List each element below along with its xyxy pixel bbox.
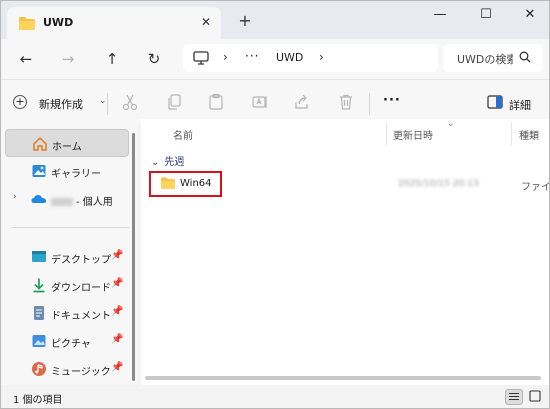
column-divider[interactable] (511, 123, 512, 145)
file-list-pane: 名前 ⌄ 更新日時 種類 ⌄ 先週 Win64 2025/10/15 20:13 … (141, 119, 549, 385)
desktop-icon (31, 249, 47, 265)
chevron-down-icon: ⌄ (151, 157, 160, 168)
search-icon[interactable] (519, 51, 531, 66)
sidebar-item-downloads[interactable]: ダウンロード 📌 (5, 271, 129, 299)
pin-icon[interactable]: 📌 (111, 278, 123, 289)
pin-icon[interactable]: 📌 (111, 250, 123, 261)
up-arrow-icon[interactable]: ↑ (101, 48, 123, 70)
new-tab-button[interactable]: + (235, 11, 255, 31)
sidebar-item-documents[interactable]: ドキュメント 📌 (5, 299, 129, 327)
chevron-right-icon[interactable]: › (13, 192, 17, 202)
tiles-view-icon (529, 390, 541, 402)
more-options-button[interactable]: ··· (383, 93, 401, 108)
group-header-last-week[interactable]: ⌄ 先週 (151, 153, 184, 168)
sidebar-item-pictures[interactable]: ピクチャ 📌 (5, 327, 129, 355)
horizontal-scrollbar[interactable] (145, 376, 541, 380)
close-window-button[interactable]: ✕ (515, 5, 545, 25)
refresh-icon[interactable]: ↻ (143, 48, 165, 70)
sidebar-item-label: - 個人用 (76, 197, 113, 208)
file-explorer-window: UWD ✕ + — ☐ ✕ ← → ↑ ↻ › ··· UWD › UWDの検索 (0, 0, 550, 409)
navigation-pane: ホーム ギャラリー › - 個人用 デスクトップ 📌 ダウンロード 📌 ドキュメ… (1, 125, 137, 385)
column-header-type[interactable]: 種類 (519, 127, 539, 142)
tab-title: UWD (43, 16, 74, 29)
highlight-box (149, 171, 222, 197)
sidebar-scrollbar[interactable] (132, 133, 135, 381)
breadcrumb-chevron-icon[interactable]: › (223, 50, 228, 64)
delete-icon[interactable] (337, 93, 357, 113)
folder-icon (19, 17, 35, 33)
pin-icon[interactable]: 📌 (111, 362, 123, 373)
copy-icon[interactable] (165, 93, 185, 113)
sidebar-item-label: デスクトップ (51, 255, 111, 266)
toolbar-divider (369, 93, 370, 115)
account-name-redacted (51, 198, 73, 206)
home-icon (32, 136, 48, 152)
item-count: 1 個の項目 (13, 395, 63, 406)
sidebar-item-label: ホーム (52, 142, 82, 153)
details-pane-icon (487, 95, 503, 109)
sidebar-item-label: ドキュメント (51, 311, 111, 322)
rename-icon[interactable] (251, 93, 271, 113)
sidebar-item-desktop[interactable]: デスクトップ 📌 (5, 243, 129, 271)
search-input[interactable]: UWDの検索 (443, 44, 543, 72)
breadcrumb-chevron-icon[interactable]: › (319, 50, 324, 64)
forward-arrow-icon[interactable]: → (57, 48, 79, 70)
address-bar[interactable]: › ··· UWD › (183, 44, 438, 72)
sidebar-item-home[interactable]: ホーム (5, 129, 129, 157)
sidebar-item-label: ピクチャ (51, 339, 91, 350)
title-bar: UWD ✕ + — ☐ ✕ (1, 1, 549, 39)
details-view-button[interactable] (505, 389, 523, 405)
file-modified: 2025/10/15 20:13 (398, 179, 479, 189)
music-icon (31, 361, 47, 377)
details-pane-label: 詳細 (509, 99, 531, 112)
this-pc-icon[interactable] (193, 51, 209, 68)
pin-icon[interactable]: 📌 (111, 334, 123, 345)
share-icon[interactable] (293, 93, 313, 113)
column-header-modified[interactable]: 更新日時 (393, 127, 433, 142)
gallery-icon (31, 163, 47, 179)
column-header-name[interactable]: 名前 (173, 127, 193, 142)
pin-icon[interactable]: 📌 (111, 306, 123, 317)
maximize-button[interactable]: ☐ (471, 5, 501, 25)
pictures-icon (31, 333, 47, 349)
address-row: ← → ↑ ↻ › ··· UWD › UWDの検索 (1, 39, 549, 79)
sort-chevron-icon: ⌄ (447, 119, 455, 129)
large-icons-view-button[interactable] (527, 389, 545, 405)
back-arrow-icon[interactable]: ← (15, 48, 37, 70)
onedrive-icon (31, 191, 47, 207)
tab-uwd[interactable]: UWD ✕ (7, 7, 221, 39)
status-bar: 1 個の項目 (1, 385, 549, 408)
details-view-icon (509, 392, 519, 401)
new-button-label: 新規作成 (39, 98, 83, 111)
sidebar-item-label: ダウンロード (51, 283, 111, 294)
close-tab-icon[interactable]: ✕ (197, 13, 215, 31)
breadcrumb-overflow-icon[interactable]: ··· (245, 49, 259, 63)
search-placeholder: UWDの検索 (457, 53, 513, 66)
minimize-button[interactable]: — (425, 5, 455, 25)
details-pane-button[interactable]: 詳細 (487, 95, 531, 112)
sidebar-item-gallery[interactable]: ギャラリー (5, 157, 129, 185)
plus-icon: + (13, 95, 27, 109)
breadcrumb-uwd[interactable]: UWD (276, 51, 303, 64)
sidebar-item-label: ギャラリー (51, 169, 101, 180)
sidebar-item-onedrive[interactable]: › - 個人用 (5, 185, 129, 213)
sidebar-item-label: ミュージック (51, 367, 111, 378)
paste-icon[interactable] (207, 93, 227, 113)
group-label: 先週 (164, 157, 185, 168)
cut-icon[interactable] (121, 93, 141, 113)
sidebar-item-music[interactable]: ミュージック 📌 (5, 355, 129, 383)
chevron-down-icon: ⌄ (99, 96, 107, 106)
sidebar-divider (11, 227, 129, 228)
file-type: ファイル (521, 182, 550, 193)
download-icon (31, 277, 47, 293)
documents-icon (31, 305, 47, 321)
column-divider[interactable] (386, 123, 387, 145)
toolbar-divider (107, 93, 108, 115)
